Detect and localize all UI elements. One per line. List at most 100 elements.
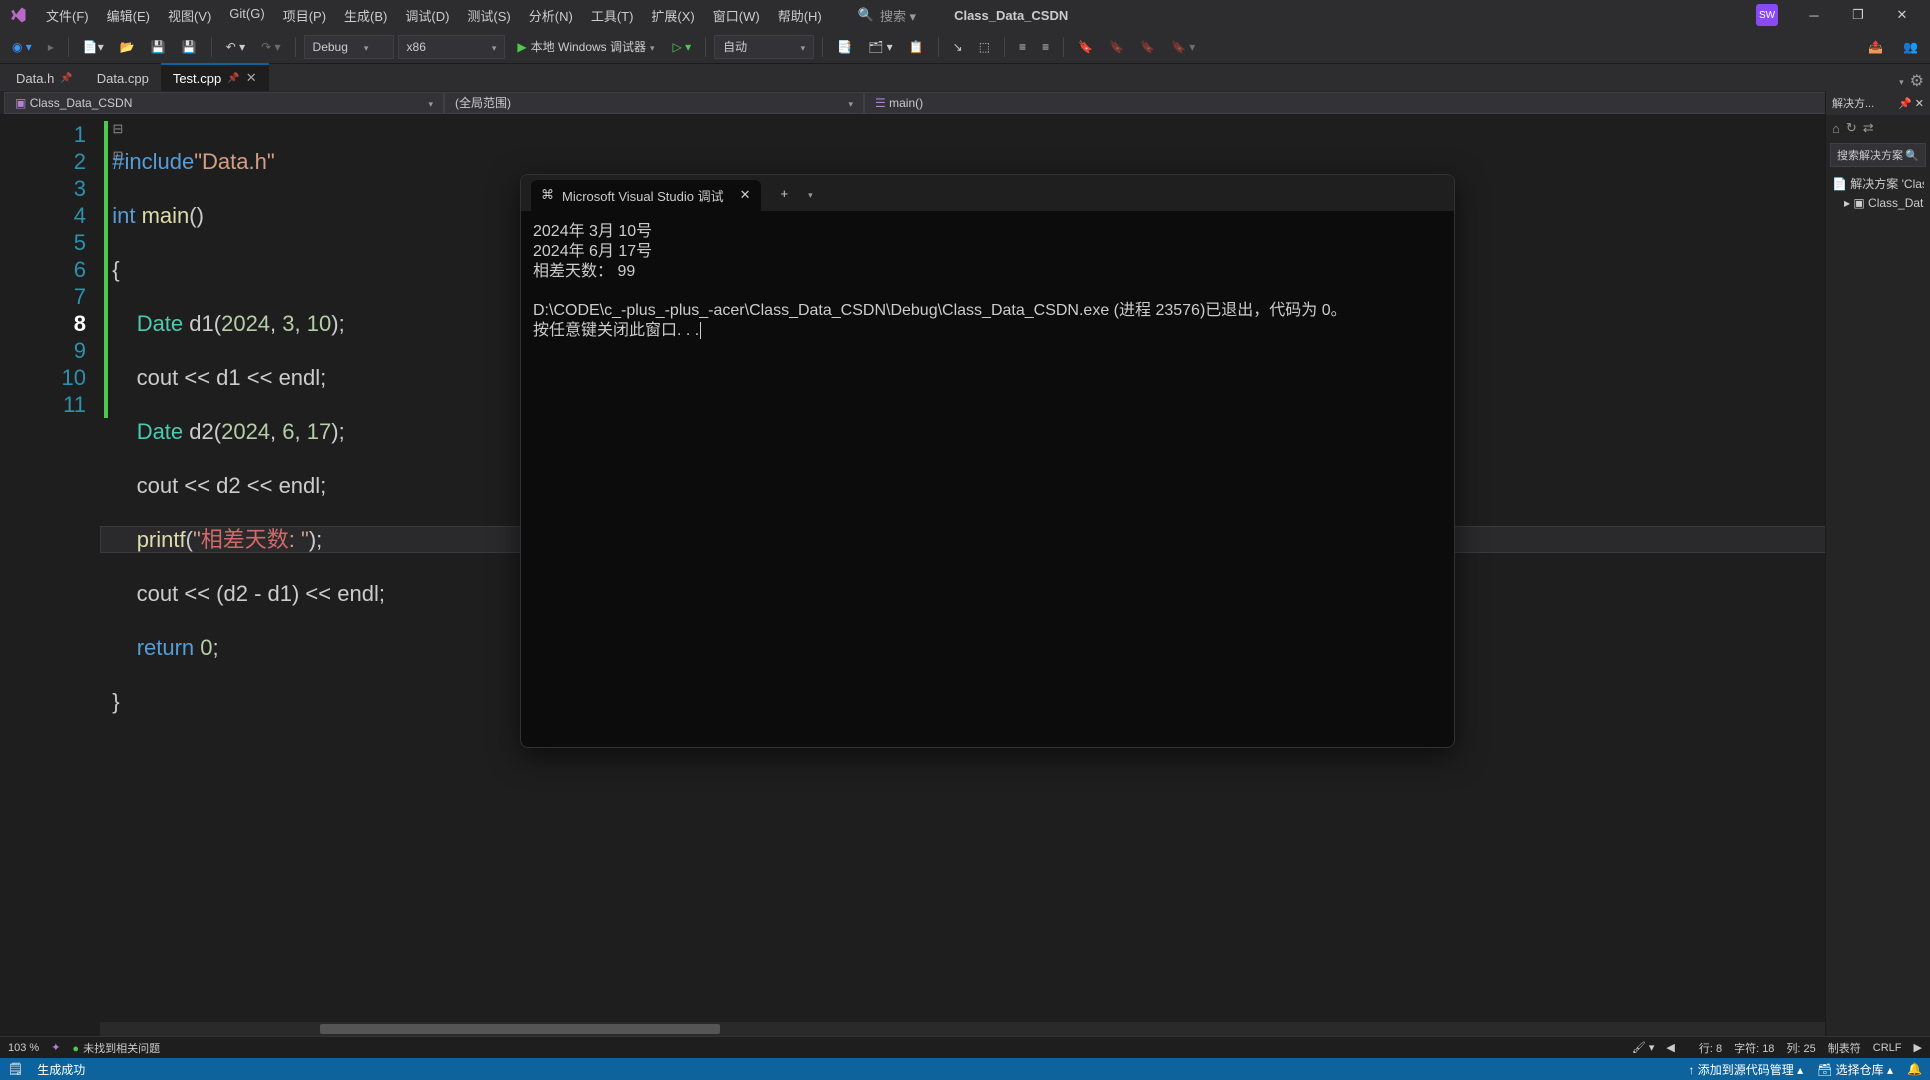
debug-console: ⌘ Microsoft Visual Studio 调试 ✕ + 2024年 3…	[520, 174, 1455, 748]
save-button[interactable]: 💾	[145, 37, 172, 57]
menu-help[interactable]: 帮助(H)	[770, 2, 830, 29]
start-nodebug-button[interactable]: ▷ ▾	[667, 37, 698, 57]
brush-icon[interactable]: 🖌 ▾	[1632, 1041, 1655, 1054]
notifications-icon[interactable]: 🔔	[1907, 1062, 1922, 1076]
repo-button[interactable]: 🗃 选择仓库 ▴	[1817, 1061, 1893, 1078]
nav-back-button[interactable]: ◉ ▾	[6, 37, 38, 57]
explorer-search[interactable]: 搜索解决方案🔍	[1830, 143, 1926, 167]
project-name: Class_Data_CSDN	[954, 8, 1068, 23]
title-bar: 文件(F) 编辑(E) 视图(V) Git(G) 项目(P) 生成(B) 调试(…	[0, 0, 1930, 30]
indent-mode[interactable]: 制表符	[1828, 1040, 1861, 1056]
pin-icon[interactable]: 📌	[1898, 98, 1912, 110]
tab-data-cpp[interactable]: Data.cpp	[85, 65, 161, 91]
menu-test[interactable]: 测试(S)	[459, 2, 518, 29]
tb-icon-1[interactable]: 📑	[831, 37, 858, 57]
solution-explorer: 解决方... 📌 ✕ ⌂ ↻ ⇄ 搜索解决方案🔍 📄 解决方案 'Clas ▸ …	[1825, 91, 1930, 1036]
menu-build[interactable]: 生成(B)	[336, 2, 395, 29]
close-button[interactable]: ✕	[1882, 0, 1922, 30]
cursor-col: 列: 25	[1786, 1040, 1815, 1056]
bookmark-icon[interactable]: 🔖	[1072, 37, 1099, 57]
undo-button[interactable]: ↶ ▾	[220, 37, 251, 57]
auto-combo[interactable]: 自动	[714, 35, 814, 59]
redo-button[interactable]: ↷ ▾	[255, 37, 286, 57]
terminal-icon: ⌘	[541, 187, 554, 203]
vs-logo-icon	[8, 5, 28, 25]
tab-overflow-icon[interactable]	[1899, 72, 1904, 90]
zoom-level[interactable]: 103 %	[8, 1042, 39, 1054]
scroll-right-icon[interactable]: ▶	[1914, 1041, 1922, 1054]
menu-view[interactable]: 视图(V)	[160, 2, 219, 29]
nav-project[interactable]: ▣ Class_Data_CSDN	[4, 92, 444, 114]
h-scrollbar[interactable]	[100, 1022, 1930, 1036]
maximize-button[interactable]: ❐	[1838, 0, 1878, 30]
tb-icon-3[interactable]: 📋	[903, 37, 930, 57]
tab-test-cpp[interactable]: Test.cpp📌✕	[161, 63, 269, 91]
tb-icon-6[interactable]: ≡	[1013, 37, 1032, 57]
tab-data-h[interactable]: Data.h📌	[4, 65, 85, 91]
status-icon[interactable]: ✦	[51, 1041, 60, 1054]
close-icon[interactable]: ✕	[740, 187, 751, 203]
tb-icon-7[interactable]: ≡	[1036, 37, 1055, 57]
user-avatar[interactable]: SW	[1756, 4, 1778, 26]
menu-file[interactable]: 文件(F)	[38, 2, 97, 29]
tb-icon-8[interactable]: 🔖	[1103, 37, 1130, 57]
scroll-left-icon[interactable]: ◀	[1666, 1041, 1674, 1054]
check-icon: ●	[72, 1043, 79, 1055]
open-button[interactable]: 📂	[114, 37, 141, 57]
nav-func[interactable]: ☰ main()	[864, 92, 1908, 114]
tab-menu-button[interactable]	[808, 186, 813, 201]
save-all-button[interactable]: 💾	[176, 37, 203, 57]
menu-edit[interactable]: 编辑(E)	[99, 2, 158, 29]
menu-extensions[interactable]: 扩展(X)	[643, 2, 702, 29]
live-share-icon[interactable]: 👥	[1897, 37, 1924, 57]
nav-scope[interactable]: (全局范围)	[444, 92, 864, 114]
menu-git[interactable]: Git(G)	[221, 2, 272, 29]
refresh-icon[interactable]: ↻	[1846, 120, 1857, 136]
main-menu: 文件(F) 编辑(E) 视图(V) Git(G) 项目(P) 生成(B) 调试(…	[38, 2, 830, 29]
search-icon: 🔍	[858, 7, 874, 23]
solution-tree[interactable]: 📄 解决方案 'Clas ▸ ▣ Class_Data	[1826, 169, 1930, 216]
menu-debug[interactable]: 调试(D)	[397, 2, 457, 29]
new-item-button[interactable]: 📄▾	[77, 37, 110, 57]
menu-window[interactable]: 窗口(W)	[705, 2, 768, 29]
tb-icon-5[interactable]: ⬚	[973, 37, 996, 57]
start-debug-button[interactable]: ▶本地 Windows 调试器	[509, 35, 662, 58]
sync-icon[interactable]: ⇄	[1863, 120, 1874, 136]
menu-tools[interactable]: 工具(T)	[583, 2, 642, 29]
status-bar: 🗒 生成成功 ↑ 添加到源代码管理 ▴ 🗃 选择仓库 ▴ 🔔	[0, 1058, 1930, 1080]
toolbar: ◉ ▾ ▸ 📄▾ 📂 💾 💾 ↶ ▾ ↷ ▾ Debug x86 ▶本地 Win…	[0, 30, 1930, 64]
platform-combo[interactable]: x86	[398, 35, 506, 59]
issues-text[interactable]: 未找到相关问题	[83, 1043, 160, 1055]
tb-icon-10[interactable]: 🔖 ▾	[1165, 37, 1201, 57]
new-tab-button[interactable]: +	[771, 186, 799, 201]
menu-project[interactable]: 项目(P)	[275, 2, 334, 29]
menu-analyze[interactable]: 分析(N)	[521, 2, 581, 29]
minimize-button[interactable]: ─	[1794, 0, 1834, 30]
pin-icon[interactable]: 📌	[60, 73, 72, 84]
share-icon[interactable]: 📤	[1862, 37, 1889, 57]
config-combo[interactable]: Debug	[304, 35, 394, 59]
gear-icon[interactable]: ⚙	[1910, 71, 1924, 91]
line-gutter: 1234 5678 91011	[0, 115, 100, 418]
output-icon[interactable]: 🗒	[8, 1062, 23, 1076]
pin-icon[interactable]: 📌	[227, 73, 239, 84]
tb-icon-4[interactable]: ↘	[947, 37, 969, 57]
cursor-line: 行: 8	[1699, 1040, 1722, 1056]
tb-icon-9[interactable]: 🔖	[1134, 37, 1161, 57]
scm-button[interactable]: ↑ 添加到源代码管理 ▴	[1688, 1061, 1803, 1078]
close-icon[interactable]: ✕	[246, 70, 257, 86]
explorer-toolbar: ⌂ ↻ ⇄	[1826, 115, 1930, 141]
console-header: ⌘ Microsoft Visual Studio 调试 ✕ +	[521, 175, 1454, 211]
home-icon[interactable]: ⌂	[1832, 121, 1840, 136]
nav-fwd-button[interactable]: ▸	[42, 37, 60, 57]
project-node[interactable]: ▸ ▣ Class_Data	[1832, 194, 1924, 212]
search-box[interactable]: 🔍 搜索 ▾	[850, 4, 924, 27]
explorer-header: 解决方... 📌 ✕	[1826, 91, 1930, 115]
close-icon[interactable]: ✕	[1915, 98, 1924, 110]
eol-mode[interactable]: CRLF	[1873, 1042, 1902, 1054]
solution-node[interactable]: 📄 解决方案 'Clas	[1832, 173, 1924, 194]
tb-icon-2[interactable]: 🗂 ▾	[862, 37, 899, 57]
build-status: 生成成功	[37, 1061, 85, 1078]
console-output[interactable]: 2024年 3月 10号 2024年 6月 17号 相差天数： 99 D:\CO…	[521, 211, 1454, 350]
console-tab[interactable]: ⌘ Microsoft Visual Studio 调试 ✕	[531, 180, 761, 211]
